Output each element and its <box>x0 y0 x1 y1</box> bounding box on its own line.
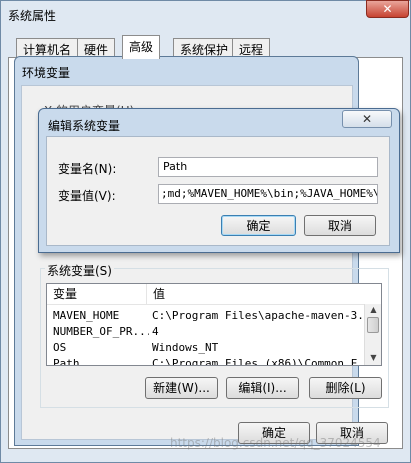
table-row[interactable]: MAVEN_HOME C:\Program Files\apache-maven… <box>47 308 365 324</box>
delete-variable-button[interactable]: 删除(L) <box>309 377 382 399</box>
new-variable-button[interactable]: 新建(W)... <box>145 377 218 399</box>
environment-variables-title: 环境变量 <box>22 66 71 80</box>
tab-advanced[interactable]: 高级 <box>122 35 161 59</box>
close-icon[interactable]: ✕ <box>366 0 409 18</box>
tab-system-protection[interactable]: 系统保护 <box>173 38 236 58</box>
variable-value-field[interactable]: ;md;%MAVEN_HOME%\bin;%JAVA_HOME%\bin <box>158 184 378 204</box>
variable-name-label: 变量名(N): <box>58 162 117 176</box>
scrollbar-thumb[interactable] <box>367 317 379 333</box>
edit-cancel-button[interactable]: 取消 <box>304 215 376 236</box>
variable-name: OS <box>53 341 67 354</box>
table-row[interactable]: Path C:\Program Files (x86)\Common F... <box>47 356 365 366</box>
variable-value-label: 变量值(V): <box>58 189 116 203</box>
tab-remote[interactable]: 远程 <box>232 38 271 58</box>
variable-name: MAVEN_HOME <box>53 309 120 322</box>
table-row[interactable]: NUMBER_OF_PR... 4 <box>47 324 365 340</box>
tab-hardware[interactable]: 硬件 <box>77 38 116 58</box>
system-variables-label: 系统变量(S) <box>45 262 114 279</box>
variable-value: 4 <box>152 325 159 338</box>
table-row[interactable]: OS Windows_NT <box>47 340 365 356</box>
variable-name: NUMBER_OF_PR... <box>53 325 149 338</box>
column-header-variable[interactable]: 变量 <box>47 284 147 305</box>
system-variables-table[interactable]: 变量 值 MAVEN_HOME C:\Program Files\apache-… <box>46 283 382 366</box>
edit-dialog-title: 编辑系统变量 <box>48 119 121 133</box>
tab-computer-name[interactable]: 计算机名 <box>16 38 79 58</box>
scroll-up-icon[interactable]: ▲ <box>365 304 382 316</box>
variable-value: Windows_NT <box>152 341 219 354</box>
system-properties-title: 系统属性 <box>8 9 57 23</box>
variable-value: C:\Program Files (x86)\Common F... <box>152 357 362 366</box>
variable-name: Path <box>53 357 80 366</box>
variable-value: C:\Program Files\apache-maven-3... <box>152 309 362 322</box>
column-header-value[interactable]: 值 <box>147 284 381 305</box>
edit-ok-button[interactable]: 确定 <box>221 215 296 236</box>
edit-variable-button[interactable]: 编辑(I)... <box>226 377 299 399</box>
variable-name-field[interactable]: Path <box>158 157 378 177</box>
close-icon[interactable]: ✕ <box>342 110 392 128</box>
vertical-scrollbar[interactable]: ▲ ▼ <box>364 304 381 365</box>
scroll-down-icon[interactable]: ▼ <box>365 352 382 364</box>
watermark: https://blog.csdn.net/qq_37024554 <box>170 436 381 450</box>
